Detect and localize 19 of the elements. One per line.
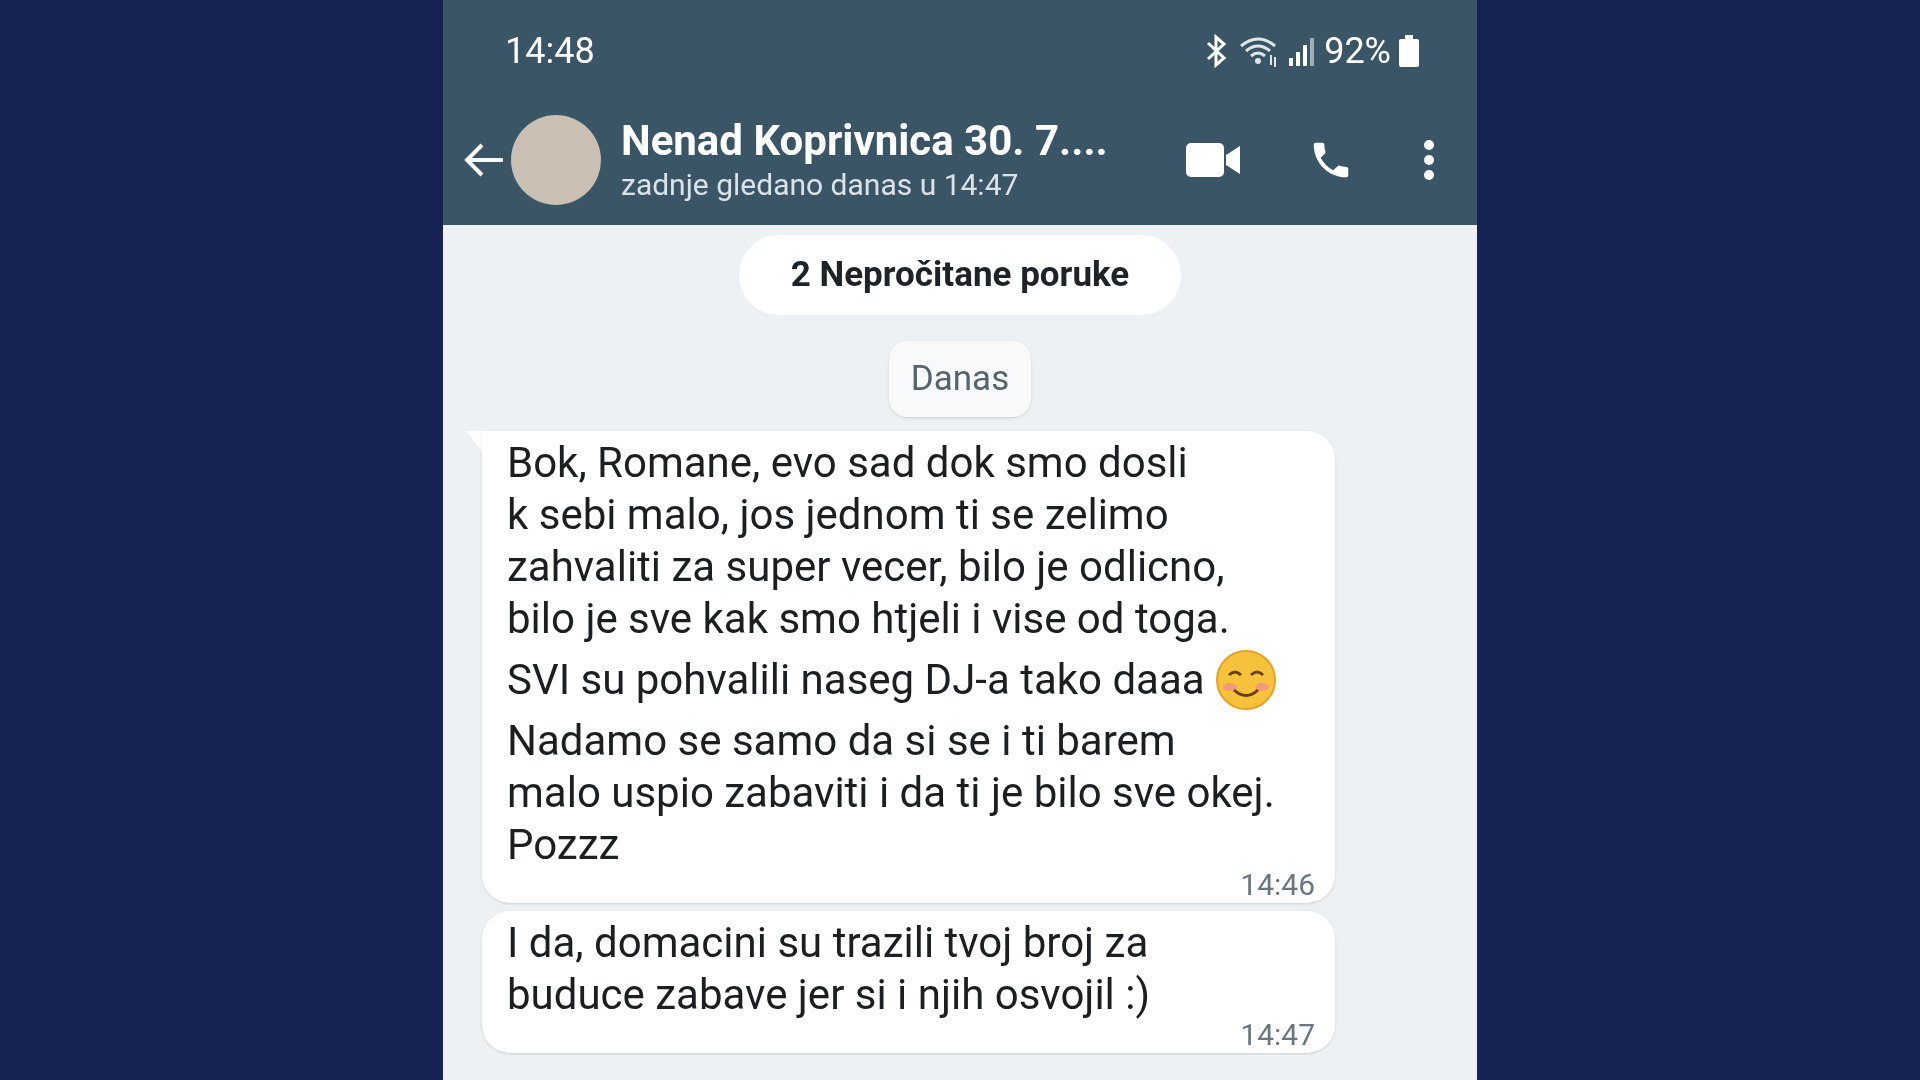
contact-name[interactable]: Nenad Koprivnica 30. 7.... [621,115,1163,166]
message-bubble[interactable]: I da, domacini su trazili tvoj broj za buduce zabave jer si i njih osvojil :) 14:47 [482,911,1335,1053]
message-text: SVI su pohvalili naseg DJ-a tako daaa [507,654,1205,706]
status-time: 14:48 [505,29,595,74]
message-text: I da, domacini su trazili tvoj broj za buduce zabave jer si i njih osvojil :) [507,917,1151,1021]
battery-percentage: 92% [1324,29,1391,74]
unread-messages-banner: 2 Nepročitane poruke [738,235,1182,315]
more-vertical-icon [1423,138,1435,181]
message-bubble[interactable] [482,431,1335,903]
message-text: Nadamo se samo da si se i ti barem malo uspio zabaviti i da ti je bilo sve okej. Pozzz [507,715,1275,871]
back-arrow-icon [463,141,505,178]
battery-icon [1399,35,1419,67]
signal-icon [1288,36,1317,66]
last-seen-status: zadnje gledano danas u 14:47 [621,165,1020,204]
message-time: 14:47 [1240,1019,1315,1051]
date-chip: Danas [888,341,1032,417]
message-text: Bok, Romane, evo sad dok smo dosli k sebi malo, jos jednom ti se zelimo zahvaliti za super vecer, bilo je odlicno, bilo je sve kak smo htjeli i vise od toga. [507,437,1230,645]
video-camera-icon [1186,142,1240,177]
message-time: 14:46 [1240,869,1315,901]
